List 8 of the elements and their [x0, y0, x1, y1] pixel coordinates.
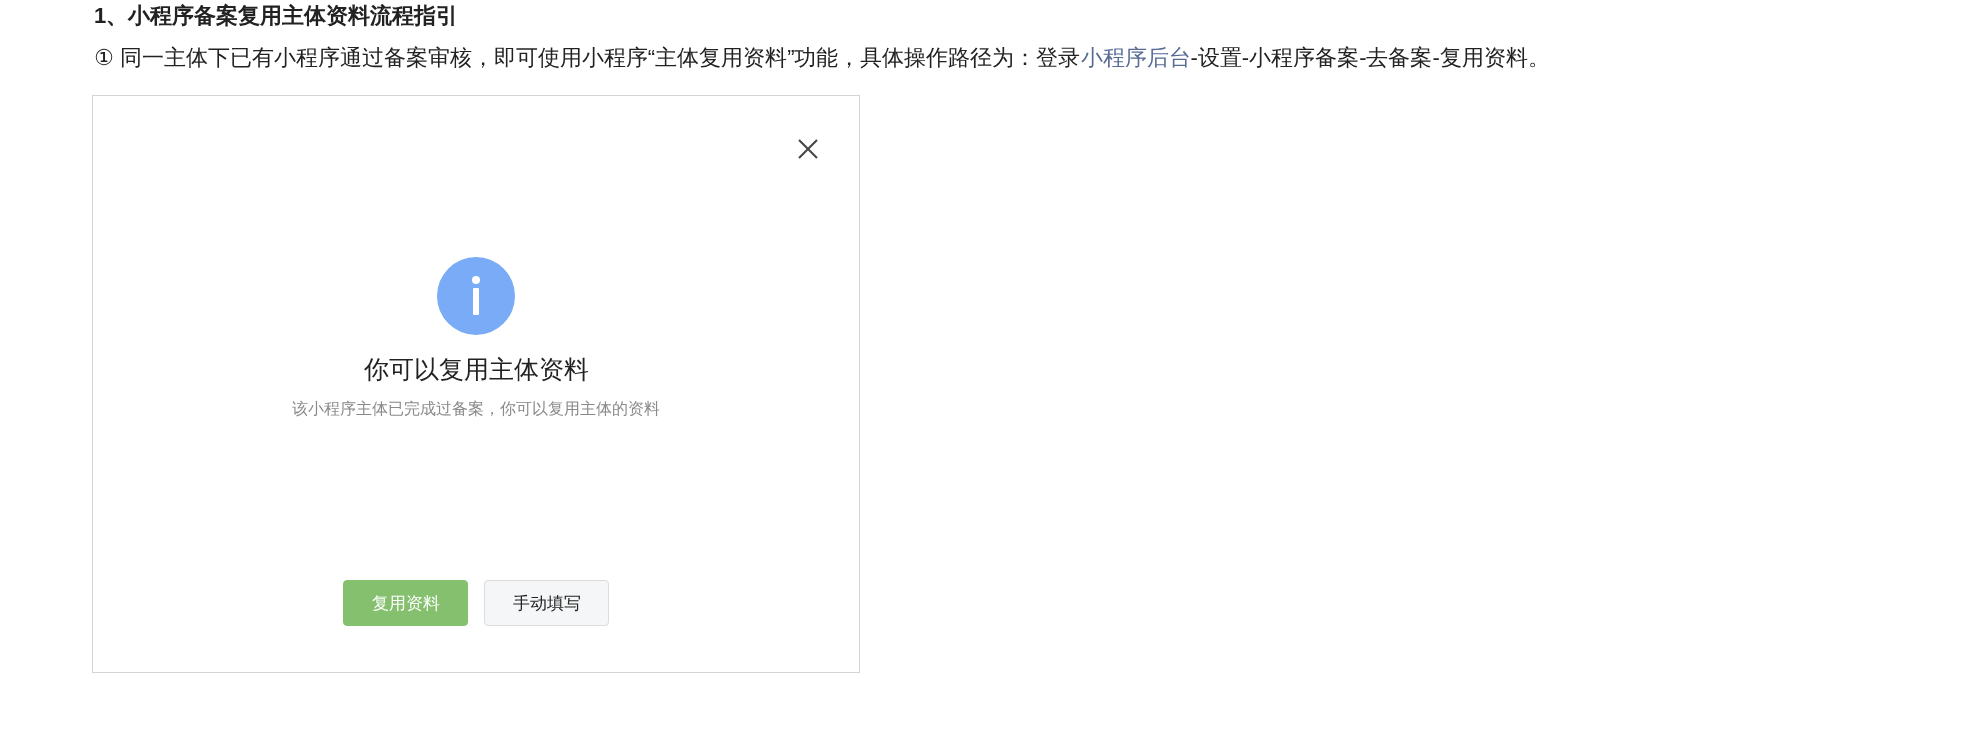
section-heading: 1、小程序备案复用主体资料流程指引 — [94, 2, 460, 30]
link[interactable]: 小程序后台 — [1080, 44, 1191, 70]
manual-fill-button[interactable]: 手动填写 — [484, 580, 609, 627]
dialog-title: 你可以复用主体资料 — [363, 354, 589, 386]
paragraph: ① 同一主体下已有小程序通过备案审核，即可使用小程序“主体复用资料”功能，具体操作路径为：登录小程序后台-设置-小程序备案-去备案-复用资料。 — [94, 43, 1551, 72]
close-icon[interactable] — [797, 138, 819, 161]
info-icon — [437, 257, 515, 336]
dialog-message: 该小程序主体已完成过备案，你可以复用主体的资料 — [292, 398, 660, 419]
